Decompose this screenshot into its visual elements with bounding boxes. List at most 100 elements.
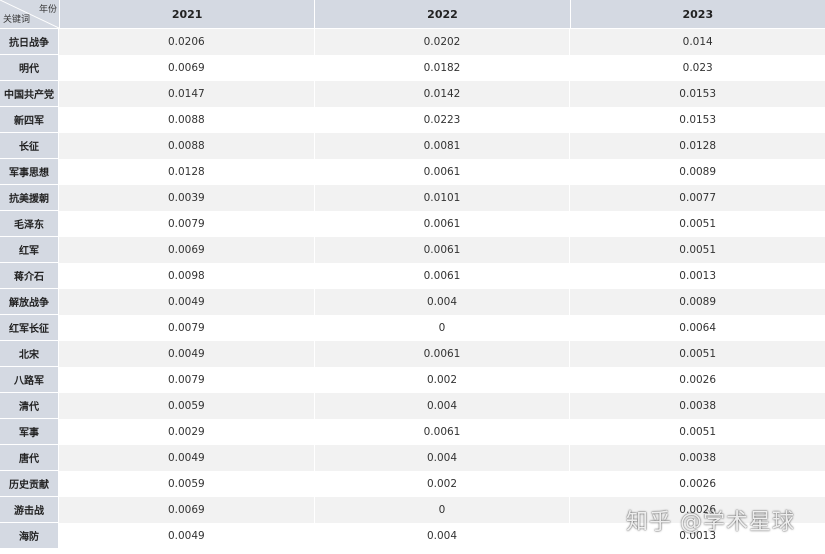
table-cell: 0 <box>315 315 571 341</box>
table-cell: 0.0079 <box>59 211 315 237</box>
row-header-keyword: 清代 <box>0 393 59 419</box>
row-header-keyword: 军事 <box>0 419 59 445</box>
table-row: 海防 0.0049 0.004 0.0013 <box>0 523 825 549</box>
table-cell: 0.0101 <box>315 185 571 211</box>
row-header-keyword: 八路军 <box>0 367 59 393</box>
table-cell: 0.0049 <box>59 445 315 471</box>
corner-header-cell: 年份 关键词 <box>0 0 60 28</box>
table-cell: 0.0182 <box>315 55 571 81</box>
table-cell: 0.002 <box>315 471 571 497</box>
table-cell: 0.014 <box>682 36 713 48</box>
row-header-keyword: 长征 <box>0 133 59 159</box>
table-cell: 0.0089 <box>679 296 717 308</box>
table-cell: 0.0061 <box>315 211 571 237</box>
table-row: 北宋 0.0049 0.0061 0.0051 <box>0 341 825 367</box>
table-cell: 0.0153 <box>679 88 717 100</box>
table-cell: 0.0051 <box>679 348 717 360</box>
row-header-keyword: 红军 <box>0 237 59 263</box>
column-header-2023: 2023 <box>682 7 714 21</box>
table-row: 红军 0.0069 0.0061 0.0051 <box>0 237 825 263</box>
row-header-keyword: 中国共产党 <box>0 81 59 107</box>
table-cell: 0.0038 <box>679 400 717 412</box>
table-row: 唐代 0.0049 0.004 0.0038 <box>0 445 825 471</box>
table-cell: 0.0061 <box>315 419 571 445</box>
table-cell: 0.0061 <box>315 263 571 289</box>
table-cell: 0.0051 <box>679 244 717 256</box>
table-row: 红军长征 0.0079 0 0.0064 <box>0 315 825 341</box>
table-row: 清代 0.0059 0.004 0.0038 <box>0 393 825 419</box>
table-row: 历史贡献 0.0059 0.002 0.0026 <box>0 471 825 497</box>
table-cell: 0.0049 <box>59 341 315 367</box>
row-header-keyword: 解放战争 <box>0 289 59 315</box>
column-header-2021: 2021 <box>60 0 316 28</box>
table-row: 毛泽东 0.0079 0.0061 0.0051 <box>0 211 825 237</box>
table-row: 抗美援朝 0.0039 0.0101 0.0077 <box>0 185 825 211</box>
table-header-row: 年份 关键词 2021 2022 2023 <box>0 0 825 29</box>
table-cell: 0.0013 <box>679 270 717 282</box>
table-row: 明代 0.0069 0.0182 0.023 <box>0 55 825 81</box>
table-cell: 0 <box>315 497 571 523</box>
table-cell: 0.004 <box>315 289 571 315</box>
table-cell: 0.0039 <box>59 185 315 211</box>
table-cell: 0.0061 <box>315 237 571 263</box>
table-row: 蒋介石 0.0098 0.0061 0.0013 <box>0 263 825 289</box>
table-cell: 0.0077 <box>679 192 717 204</box>
table-row: 新四军 0.0088 0.0223 0.0153 <box>0 107 825 133</box>
table-cell: 0.004 <box>315 445 571 471</box>
table-row: 解放战争 0.0049 0.004 0.0089 <box>0 289 825 315</box>
table-cell: 0.0026 <box>679 504 717 516</box>
table-row: 游击战 0.0069 0 0.0026 <box>0 497 825 523</box>
table-cell: 0.0026 <box>679 374 717 386</box>
row-header-keyword: 红军长征 <box>0 315 59 341</box>
column-header-2022: 2022 <box>315 0 571 28</box>
table-cell: 0.0013 <box>679 530 717 542</box>
table-cell: 0.0202 <box>315 29 571 55</box>
corner-keyword-label: 关键词 <box>3 15 31 25</box>
table-cell: 0.0079 <box>59 367 315 393</box>
row-header-keyword: 历史贡献 <box>0 471 59 497</box>
row-header-keyword: 明代 <box>0 55 59 81</box>
row-header-keyword: 抗美援朝 <box>0 185 59 211</box>
table-body: 抗日战争 0.0206 0.0202 0.014 明代 0.0069 0.0182 0.023… <box>0 29 825 549</box>
table-cell: 0.0061 <box>315 341 571 367</box>
row-header-keyword: 抗日战争 <box>0 29 59 55</box>
table-row: 八路军 0.0079 0.002 0.0026 <box>0 367 825 393</box>
table-cell: 0.0051 <box>679 426 717 438</box>
table-cell: 0.0088 <box>59 133 315 159</box>
row-header-keyword: 海防 <box>0 523 59 549</box>
table-row: 长征 0.0088 0.0081 0.0128 <box>0 133 825 159</box>
table-cell: 0.0147 <box>59 81 315 107</box>
table-row: 军事 0.0029 0.0061 0.0051 <box>0 419 825 445</box>
table-cell: 0.0223 <box>315 107 571 133</box>
table-cell: 0.004 <box>315 523 571 549</box>
table-cell: 0.0064 <box>679 322 717 334</box>
table-cell: 0.002 <box>315 367 571 393</box>
table-cell: 0.0049 <box>59 523 315 549</box>
table-cell: 0.0051 <box>679 218 717 230</box>
table-row: 中国共产党 0.0147 0.0142 0.0153 <box>0 81 825 107</box>
row-header-keyword: 游击战 <box>0 497 59 523</box>
row-header-keyword: 军事思想 <box>0 159 59 185</box>
table-cell: 0.0128 <box>679 140 717 152</box>
table-cell: 0.0059 <box>59 471 315 497</box>
table-cell: 0.0142 <box>315 81 571 107</box>
keyword-frequency-table: 年份 关键词 2021 2022 2023 抗日战争 0.0206 0.0202 0.… <box>0 0 825 549</box>
table-cell: 0.0153 <box>679 114 717 126</box>
corner-year-label: 年份 <box>38 5 57 15</box>
table-cell: 0.0029 <box>59 419 315 445</box>
table-cell: 0.0049 <box>59 289 315 315</box>
table-cell: 0.0069 <box>59 55 315 81</box>
table-cell: 0.0128 <box>59 159 315 185</box>
row-header-keyword: 唐代 <box>0 445 59 471</box>
table-cell: 0.0026 <box>679 478 717 490</box>
table-cell: 0.0206 <box>59 29 315 55</box>
table-cell: 0.0089 <box>679 166 717 178</box>
row-header-keyword: 北宋 <box>0 341 59 367</box>
table-cell: 0.0061 <box>315 159 571 185</box>
table-cell: 0.0079 <box>59 315 315 341</box>
table-cell: 0.0038 <box>679 452 717 464</box>
row-header-keyword: 毛泽东 <box>0 211 59 237</box>
row-header-keyword: 新四军 <box>0 107 59 133</box>
table-cell: 0.023 <box>682 62 713 74</box>
table-cell: 0.0098 <box>59 263 315 289</box>
